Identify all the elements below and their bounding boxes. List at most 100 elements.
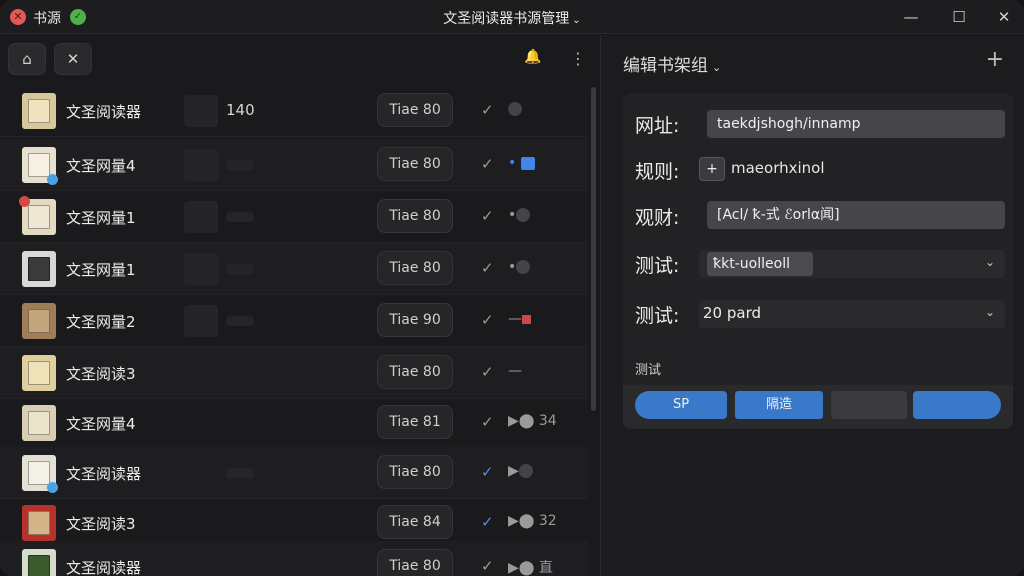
book-name: 文圣阅读3 xyxy=(66,365,136,383)
check-icon[interactable]: ✓ xyxy=(481,311,494,329)
test2-select[interactable]: 20 pard ⌄ xyxy=(699,300,1005,328)
tag-button[interactable]: Tiae 90 xyxy=(377,303,453,337)
test1-select[interactable]: ꝁkt-uolleoll ⌄ xyxy=(699,250,1005,278)
list-item[interactable]: 文圣网量2 Tiae 90 ✓ — xyxy=(0,295,588,347)
add-rule-button[interactable]: + xyxy=(699,157,725,181)
book-cover xyxy=(22,505,56,541)
confirm-button[interactable] xyxy=(913,391,1001,419)
book-name: 文圣网量1 xyxy=(66,261,136,279)
dot-icon xyxy=(516,260,531,274)
view-label: 观财: xyxy=(635,207,680,229)
close-button[interactable]: ✕ xyxy=(993,6,1015,28)
status-indicator: ▶⬤ 直 xyxy=(508,560,553,576)
blurred-text xyxy=(226,264,254,274)
tag-button[interactable]: Tiae 80 xyxy=(377,455,453,489)
edit-form: 网址: taekdjshogh/innamp 规则: + maeorhxinol… xyxy=(623,93,1013,429)
status-indicator: • xyxy=(508,155,535,171)
clear-button[interactable]: ✕ xyxy=(54,43,92,75)
scrollbar[interactable] xyxy=(591,87,596,411)
rule-label: 规则: xyxy=(635,161,680,183)
tag-button[interactable]: Tiae 80 xyxy=(377,549,453,576)
url-label: 网址: xyxy=(635,115,680,137)
home-icon: ⌂ xyxy=(22,50,32,68)
check-icon[interactable]: ✓ xyxy=(481,513,494,531)
book-cover xyxy=(22,303,56,339)
book-name: 文圣网量1 xyxy=(66,209,136,227)
status-indicator: ▶ xyxy=(508,463,533,479)
add-icon[interactable]: + xyxy=(986,47,1004,72)
more-icon[interactable]: ⋮ xyxy=(570,49,586,68)
list-item[interactable]: 文圣阅读器 Tiae 80 ✓ ▶⬤ 直 xyxy=(0,541,588,576)
book-cover xyxy=(22,549,56,576)
list-item[interactable]: 文圣阅读器 Tiae 80 ✓ ▶ xyxy=(0,447,588,499)
editor-title[interactable]: 编辑书架组 ⌄ xyxy=(623,51,721,76)
editor-pane: 编辑书架组 ⌄ + 网址: taekdjshogh/innamp 规则: + ma… xyxy=(600,35,1024,576)
blurred-text xyxy=(226,160,254,170)
status-indicator: • xyxy=(508,207,531,223)
source-thumbnail xyxy=(184,95,218,127)
window-title[interactable]: 文圣阅读器书源管理 ⌄ xyxy=(0,8,1024,28)
status-indicator xyxy=(508,101,522,117)
title-bar: ✕ 书源 ✓ 文圣阅读器书源管理 ⌄ — ☐ ✕ xyxy=(0,0,1024,34)
rule-value[interactable]: maeorhxinol xyxy=(731,159,825,177)
editor-title-text: 编辑书架组 xyxy=(623,56,708,76)
check-icon[interactable]: ✓ xyxy=(481,413,494,431)
sp-button[interactable]: SP xyxy=(635,391,727,419)
list-item[interactable]: 文圣阅读3 Tiae 80 ✓ — xyxy=(0,347,588,399)
app-window: ✕ 书源 ✓ 文圣阅读器书源管理 ⌄ — ☐ ✕ ⌂ ✕ 🔔 ⋮ 文圣阅读器 14… xyxy=(0,0,1024,576)
book-name: 文圣网量2 xyxy=(66,313,136,331)
list-item[interactable]: 文圣网量1 Tiae 80 ✓ • xyxy=(0,243,588,295)
status-indicator: — xyxy=(508,311,531,327)
close-icon: ✕ xyxy=(66,50,80,68)
book-cover xyxy=(22,251,56,287)
test-section-label: 测试 xyxy=(635,363,662,378)
maximize-button[interactable]: ☐ xyxy=(948,6,970,28)
filter-button[interactable]: 隔造 xyxy=(735,391,823,419)
test2-label: 测试: xyxy=(635,305,680,327)
test1-value: ꝁkt-uolleoll xyxy=(707,252,813,276)
book-name: 文圣阅读器 xyxy=(66,103,142,121)
book-name: 文圣网量4 xyxy=(66,157,136,175)
check-icon[interactable]: ✓ xyxy=(481,101,494,119)
status-indicator: ▶⬤ 32 xyxy=(508,513,557,529)
source-thumbnail xyxy=(184,305,218,337)
list-item[interactable]: 文圣阅读器 140 Tiae 80 ✓ xyxy=(0,85,588,137)
tag-button[interactable]: Tiae 81 xyxy=(377,405,453,439)
check-icon[interactable]: ✓ xyxy=(481,207,494,225)
tag-button[interactable]: Tiae 80 xyxy=(377,355,453,389)
source-thumbnail xyxy=(184,201,218,233)
blurred-text xyxy=(226,468,254,478)
chevron-down-icon: ⌄ xyxy=(984,305,995,319)
test2-value: 20 pard xyxy=(703,304,761,322)
check-icon[interactable]: ✓ xyxy=(481,155,494,173)
action-button-row: SP 隔造 xyxy=(623,385,1013,429)
bell-icon[interactable]: 🔔 xyxy=(524,49,541,65)
check-icon[interactable]: ✓ xyxy=(481,557,494,575)
list-toolbar: ⌂ ✕ 🔔 ⋮ xyxy=(0,35,600,85)
tag-button[interactable]: Tiae 80 xyxy=(377,93,453,127)
tag-button[interactable]: Tiae 84 xyxy=(377,505,453,539)
dot-icon xyxy=(516,208,531,222)
list-item[interactable]: 文圣网量4 Tiae 81 ✓ ▶⬤ 34 xyxy=(0,397,588,449)
neutral-button[interactable] xyxy=(831,391,907,419)
url-input[interactable]: taekdjshogh/innamp xyxy=(707,110,1005,138)
list-item[interactable]: 文圣网量4 Tiae 80 ✓ • xyxy=(0,139,588,191)
chevron-down-icon: ⌄ xyxy=(572,15,581,26)
book-name: 文圣阅读3 xyxy=(66,515,136,533)
check-icon[interactable]: ✓ xyxy=(481,363,494,381)
book-cover xyxy=(19,196,56,235)
list-item[interactable]: 文圣网量1 Tiae 80 ✓ • xyxy=(0,191,588,243)
home-button[interactable]: ⌂ xyxy=(8,43,46,75)
minimize-button[interactable]: — xyxy=(900,6,922,28)
chevron-down-icon: ⌄ xyxy=(984,255,995,269)
tag-button[interactable]: Tiae 80 xyxy=(377,147,453,181)
tag-button[interactable]: Tiae 80 xyxy=(377,199,453,233)
tag-button[interactable]: Tiae 80 xyxy=(377,251,453,285)
blurred-text xyxy=(226,212,254,222)
book-source-list-pane: ⌂ ✕ 🔔 ⋮ 文圣阅读器 140 Tiae 80 ✓ 文圣网量4 Tiae 8… xyxy=(0,35,600,576)
book-name: 文圣阅读器 xyxy=(66,559,142,576)
check-icon[interactable]: ✓ xyxy=(481,463,494,481)
test1-label: 测试: xyxy=(635,255,680,277)
check-icon[interactable]: ✓ xyxy=(481,259,494,277)
view-input[interactable]: [Acl/ ꝁ-式 ℰorlα闻] xyxy=(707,201,1005,229)
